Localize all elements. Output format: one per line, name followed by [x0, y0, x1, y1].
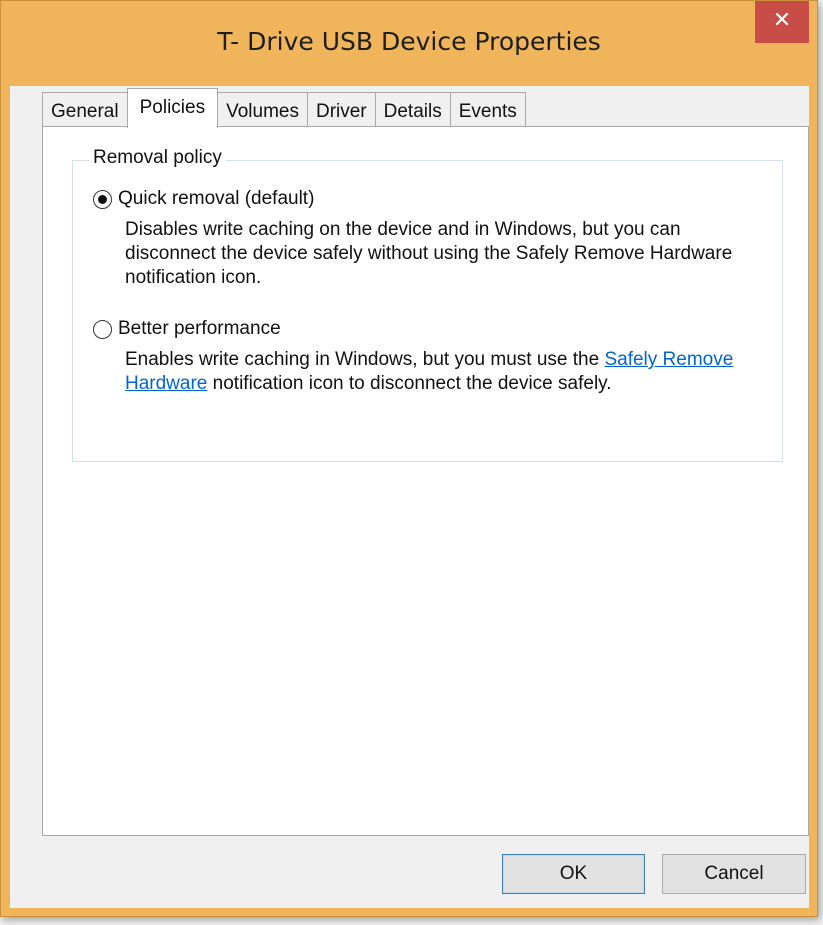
- tab-general[interactable]: General: [42, 92, 128, 127]
- title-bar[interactable]: T- Drive USB Device Properties ✕: [1, 1, 817, 86]
- quick-removal-radio-row[interactable]: Quick removal (default): [93, 188, 773, 210]
- tab-volumes[interactable]: Volumes: [217, 92, 308, 127]
- better-performance-desc-before: Enables write caching in Windows, but yo…: [125, 349, 605, 370]
- removal-policy-label: Removal policy: [89, 147, 226, 169]
- quick-removal-radio[interactable]: [93, 189, 112, 209]
- close-button[interactable]: ✕: [755, 1, 809, 43]
- better-performance-description: Enables write caching in Windows, but yo…: [125, 348, 773, 396]
- quick-removal-label[interactable]: Quick removal (default): [118, 188, 314, 210]
- dialog-body: General Policies Volumes Driver Details …: [10, 86, 809, 908]
- ok-button[interactable]: OK: [502, 854, 645, 894]
- properties-dialog: T- Drive USB Device Properties ✕ General…: [0, 0, 818, 917]
- cancel-button[interactable]: Cancel: [662, 854, 806, 894]
- policies-panel: Removal policy Quick removal (default) D…: [42, 126, 809, 836]
- window-title: T- Drive USB Device Properties: [217, 27, 601, 56]
- tab-policies[interactable]: Policies: [126, 88, 219, 128]
- close-icon: ✕: [772, 8, 792, 33]
- better-performance-desc-after: notification icon to disconnect the devi…: [207, 373, 612, 394]
- better-performance-option: Better performance Enables write caching…: [93, 318, 773, 396]
- tab-events[interactable]: Events: [449, 92, 526, 127]
- better-performance-label[interactable]: Better performance: [118, 318, 281, 340]
- removal-policy-group: Removal policy Quick removal (default) D…: [72, 147, 783, 462]
- quick-removal-option: Quick removal (default) Disables write c…: [93, 188, 773, 290]
- tab-details[interactable]: Details: [374, 92, 451, 127]
- better-performance-radio[interactable]: [93, 319, 112, 339]
- tab-driver[interactable]: Driver: [306, 92, 376, 127]
- tab-strip: General Policies Volumes Driver Details …: [42, 88, 526, 128]
- quick-removal-description: Disables write caching on the device and…: [125, 219, 733, 288]
- better-performance-radio-row[interactable]: Better performance: [93, 318, 773, 340]
